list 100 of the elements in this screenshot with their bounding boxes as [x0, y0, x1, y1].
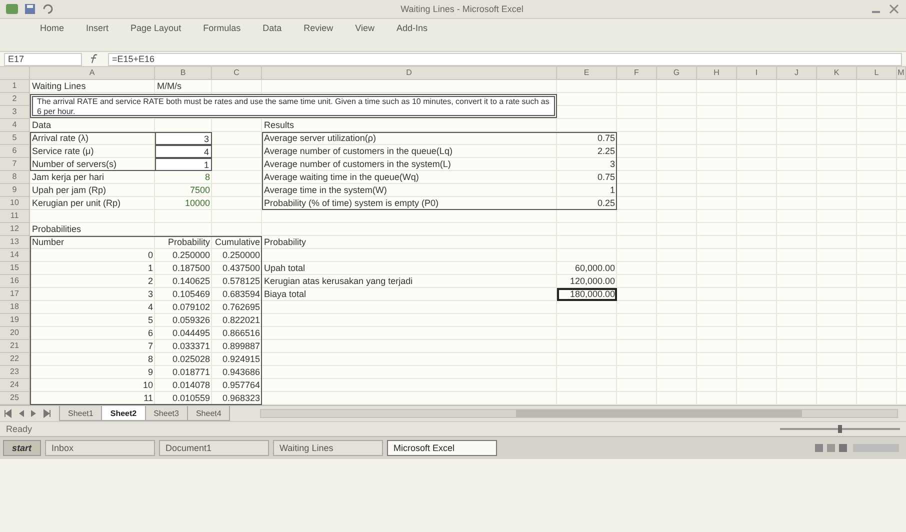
- table-cell-text: 11: [142, 392, 154, 405]
- row-header[interactable]: 2: [0, 93, 30, 106]
- table-cell-text: 60,000.00: [574, 262, 616, 275]
- row-header[interactable]: 8: [0, 171, 30, 184]
- start-button[interactable]: start: [3, 440, 41, 456]
- row-header[interactable]: 1: [0, 80, 30, 93]
- table-cell-text: M/M/s: [156, 80, 182, 93]
- row-header[interactable]: 17: [0, 288, 30, 301]
- sheet-tab[interactable]: Sheet3: [144, 406, 188, 421]
- last-sheet-icon[interactable]: [42, 409, 52, 418]
- horizontal-scrollbar[interactable]: [260, 409, 898, 418]
- table-cell-text: 0.943686: [221, 366, 261, 379]
- formula-field[interactable]: =E15+E16: [108, 52, 902, 66]
- table-cell-text: Jam kerja per hari: [31, 171, 106, 184]
- table-cell-text: Number of servers(s): [31, 158, 118, 171]
- table-cell-text: 10000: [184, 197, 211, 210]
- row-header[interactable]: 5: [0, 132, 30, 145]
- row-header[interactable]: 4: [0, 119, 30, 132]
- column-header[interactable]: B: [155, 67, 212, 80]
- column-header[interactable]: A: [30, 67, 155, 80]
- column-header[interactable]: J: [777, 67, 817, 80]
- ribbon-tab[interactable]: Formulas: [193, 21, 251, 35]
- table-cell-text: 0.924915: [221, 353, 261, 366]
- table-cell-text: 0.683594: [221, 288, 261, 301]
- table-cell-text: 9: [146, 366, 154, 379]
- row-header[interactable]: 22: [0, 353, 30, 366]
- column-header[interactable]: D: [262, 67, 557, 80]
- table-cell-text: 0.968323: [221, 392, 261, 405]
- row-header[interactable]: 12: [0, 223, 30, 236]
- close-icon[interactable]: [888, 4, 900, 14]
- column-header[interactable]: C: [212, 67, 262, 80]
- undo-icon[interactable]: [42, 4, 54, 14]
- table-cell-text: 5: [146, 314, 154, 327]
- table-cell-text: 0.059326: [171, 314, 211, 327]
- table-cell-text: 0.762695: [221, 301, 261, 314]
- sheet-tab[interactable]: Sheet4: [186, 406, 230, 421]
- input-cell: 3: [155, 132, 212, 145]
- table-cell-text: Probability (% of time) system is empty (P0): [263, 197, 440, 210]
- name-box[interactable]: E17: [4, 52, 82, 66]
- row-header[interactable]: 19: [0, 314, 30, 327]
- table-cell-text: 1: [608, 184, 616, 197]
- zoom-slider[interactable]: [780, 425, 900, 433]
- table-cell-text: 0.187500: [171, 262, 211, 275]
- row-header[interactable]: 13: [0, 236, 30, 249]
- table-cell-text: 0.75: [596, 171, 616, 184]
- taskbar-button[interactable]: Waiting Lines: [272, 440, 383, 456]
- row-header[interactable]: 14: [0, 249, 30, 262]
- table-cell-text: 0.957764: [221, 379, 261, 392]
- row-header[interactable]: 16: [0, 275, 30, 288]
- ribbon-tab[interactable]: Review: [294, 21, 344, 35]
- column-header[interactable]: E: [557, 67, 617, 80]
- table-cell-text: Results: [263, 119, 296, 132]
- row-header[interactable]: 10: [0, 197, 30, 210]
- ribbon-tab[interactable]: Add-Ins: [386, 21, 438, 35]
- table-cell-text: 0.044495: [171, 327, 211, 340]
- column-header[interactable]: H: [697, 67, 737, 80]
- table-cell-text: 1: [146, 262, 154, 275]
- table-cell-text: 0.079102: [171, 301, 211, 314]
- ribbon-tab[interactable]: Page Layout: [120, 21, 192, 35]
- first-sheet-icon[interactable]: [3, 409, 13, 418]
- table-cell-text: 6: [146, 327, 154, 340]
- taskbar-button[interactable]: Document1: [158, 440, 269, 456]
- column-header[interactable]: L: [857, 67, 897, 80]
- row-header[interactable]: 7: [0, 158, 30, 171]
- row-header[interactable]: 9: [0, 184, 30, 197]
- row-header[interactable]: 20: [0, 327, 30, 340]
- table-cell-text: Cumulative: [214, 236, 261, 249]
- sheet-tab[interactable]: Sheet2: [101, 406, 146, 421]
- table-cell-text: Arrival rate (λ): [31, 132, 90, 145]
- ribbon-tab[interactable]: View: [345, 21, 384, 35]
- table-cell-text: Kerugian per unit (Rp): [31, 197, 122, 210]
- column-header[interactable]: F: [617, 67, 657, 80]
- column-header[interactable]: M: [897, 67, 906, 80]
- ribbon-tab[interactable]: Home: [30, 21, 74, 35]
- table-cell-text: 0.018771: [171, 366, 211, 379]
- column-header[interactable]: K: [817, 67, 857, 80]
- table-cell-text: 7500: [188, 184, 211, 197]
- table-cell-text: 0.437500: [221, 262, 261, 275]
- row-header[interactable]: 18: [0, 301, 30, 314]
- row-header[interactable]: 23: [0, 366, 30, 379]
- table-cell-text: 0.010559: [171, 392, 211, 405]
- table-cell-text: Average time in the system(W): [263, 184, 388, 197]
- sheet-tab[interactable]: Sheet1: [59, 406, 102, 421]
- row-header[interactable]: 24: [0, 379, 30, 392]
- row-header[interactable]: 25: [0, 392, 30, 405]
- taskbar-button[interactable]: Inbox: [44, 440, 155, 456]
- ribbon-tab[interactable]: Data: [252, 21, 292, 35]
- row-header[interactable]: 21: [0, 340, 30, 353]
- taskbar-button[interactable]: Microsoft Excel: [386, 440, 497, 456]
- table-cell-text: 0.033371: [171, 340, 211, 353]
- table-cell-text: 0.866516: [221, 327, 261, 340]
- column-header[interactable]: G: [657, 67, 697, 80]
- ribbon-tab[interactable]: Insert: [76, 21, 119, 35]
- row-header[interactable]: 3: [0, 106, 30, 119]
- column-header[interactable]: I: [737, 67, 777, 80]
- row-header[interactable]: 11: [0, 210, 30, 223]
- row-header[interactable]: 6: [0, 145, 30, 158]
- save-icon[interactable]: [24, 4, 36, 14]
- table-cell-text: Service rate (μ): [31, 145, 95, 158]
- row-header[interactable]: 15: [0, 262, 30, 275]
